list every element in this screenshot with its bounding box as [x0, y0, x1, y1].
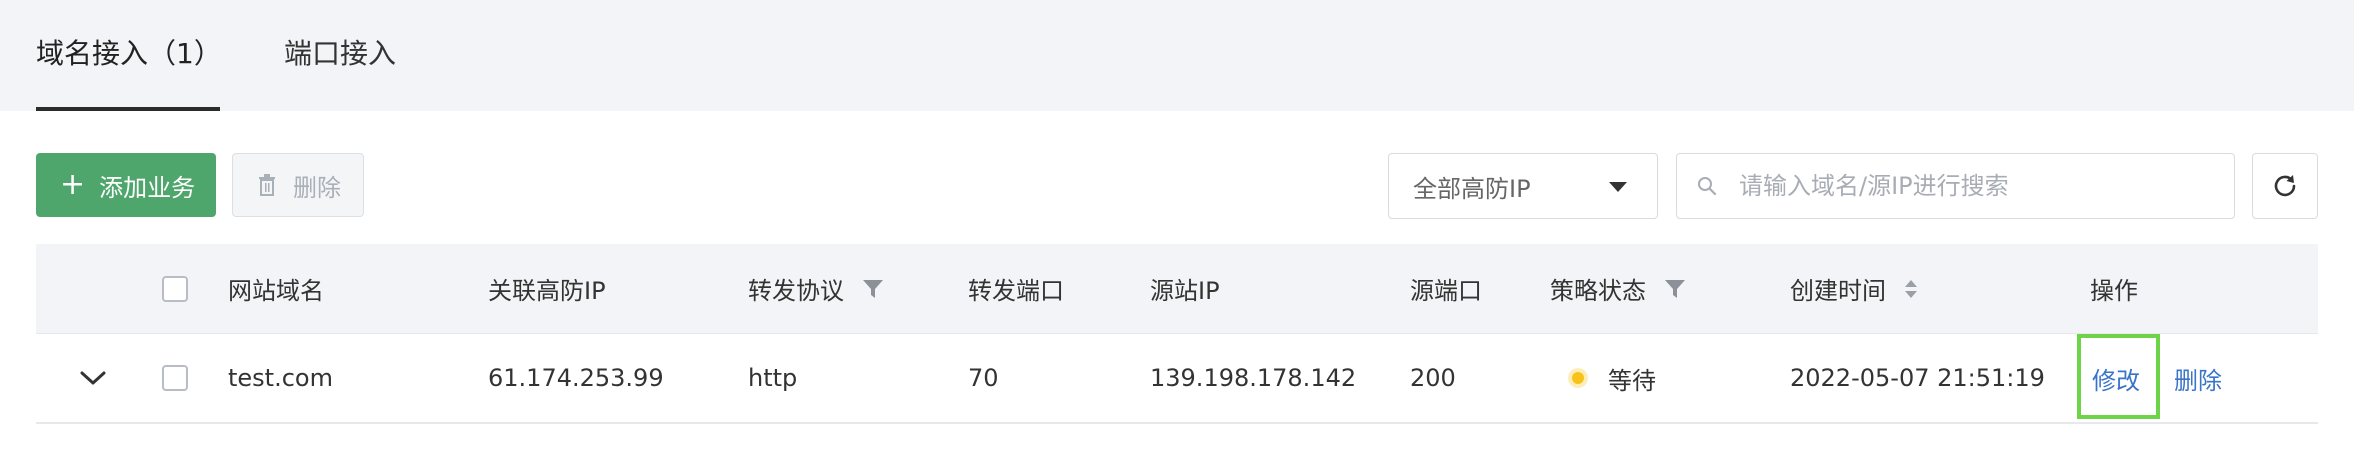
header-ip: 关联高防IP: [488, 277, 606, 305]
active-tab-indicator: [36, 107, 220, 111]
cell-status: 等待: [1572, 334, 1656, 422]
domain-table: 网站域名 关联高防IP 转发协议 转发端口 源站IP 源端口 策略状态 创建时间…: [36, 244, 2318, 424]
protocol-filter-icon[interactable]: [862, 278, 884, 300]
toolbar: + 添加业务 删除 全部高防IP: [0, 153, 2354, 219]
search-box: [1676, 153, 2235, 219]
cell-origin-port: 200: [1410, 364, 1456, 392]
tab-port-access[interactable]: 端口接入: [284, 30, 396, 78]
status-dot: [1572, 372, 1584, 384]
edit-highlight-box: [2077, 334, 2160, 419]
search-icon: [1698, 177, 1717, 196]
header-origin-port: 源端口: [1410, 277, 1482, 305]
header-status-label: 策略状态: [1550, 277, 1646, 305]
header-created-label: 创建时间: [1790, 277, 1886, 305]
search-input[interactable]: [1737, 171, 2201, 201]
cell-origin-ip: 139.198.178.142: [1150, 364, 1357, 392]
add-service-button[interactable]: + 添加业务: [36, 153, 216, 217]
sort-icon[interactable]: [1904, 278, 1918, 300]
cell-ip: 61.174.253.99: [488, 364, 664, 392]
caret-down-icon: [1609, 182, 1627, 192]
header-actions: 操作: [2090, 277, 2138, 305]
tab-domain-access[interactable]: 域名接入（1）: [36, 30, 222, 78]
select-all-checkbox[interactable]: [162, 275, 188, 302]
delete-link[interactable]: 删除: [2174, 334, 2222, 422]
row-checkbox[interactable]: [162, 365, 188, 391]
delete-button[interactable]: 删除: [232, 153, 364, 217]
trash-icon: [259, 174, 275, 196]
status-text: 等待: [1608, 366, 1656, 395]
refresh-button[interactable]: [2252, 153, 2318, 219]
table-header: 网站域名 关联高防IP 转发协议 转发端口 源站IP 源端口 策略状态 创建时间…: [36, 244, 2318, 334]
chevron-down-icon: [80, 371, 106, 385]
plus-icon: +: [60, 167, 86, 202]
cell-created: 2022-05-07 21:51:19: [1790, 364, 2045, 392]
delete-label: 删除: [293, 173, 341, 202]
expand-row-button[interactable]: [80, 334, 106, 422]
delete-link-label: 删除: [2174, 366, 2222, 395]
cell-protocol: http: [748, 364, 798, 392]
header-created: 创建时间: [1790, 244, 1918, 333]
ip-filter-select[interactable]: 全部高防IP: [1388, 153, 1658, 219]
header-status: 策略状态: [1550, 244, 1686, 333]
cell-port: 70: [968, 364, 999, 392]
header-origin-ip: 源站IP: [1150, 277, 1220, 305]
refresh-icon: [2274, 175, 2296, 197]
status-filter-icon[interactable]: [1664, 278, 1686, 300]
header-protocol: 转发协议: [748, 244, 884, 333]
row-select-cell: [162, 334, 188, 422]
select-all-cell: [162, 244, 188, 333]
table-row: test.com 61.174.253.99 http 70 139.198.1…: [36, 334, 2318, 424]
header-protocol-label: 转发协议: [748, 277, 844, 305]
header-domain: 网站域名: [228, 277, 324, 305]
header-port: 转发端口: [968, 277, 1064, 305]
cell-domain: test.com: [228, 364, 333, 392]
tab-bar: 域名接入（1） 端口接入: [0, 0, 2354, 111]
ip-filter-value: 全部高防IP: [1413, 174, 1531, 203]
add-service-label: 添加业务: [99, 173, 196, 202]
